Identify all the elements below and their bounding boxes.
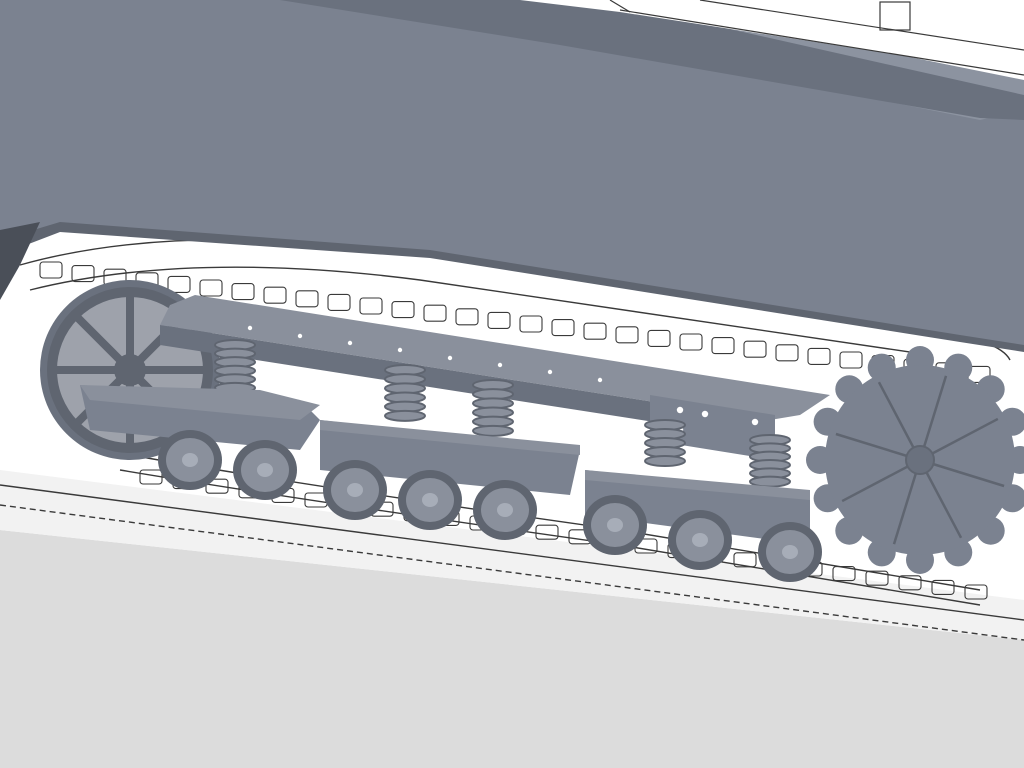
road-wheel bbox=[323, 460, 387, 520]
road-wheel bbox=[473, 480, 537, 540]
road-wheel-hub bbox=[257, 463, 273, 477]
coil-spring bbox=[749, 434, 791, 488]
spring-coil bbox=[472, 424, 514, 437]
road-wheel-hub bbox=[497, 503, 513, 517]
spring-coil bbox=[384, 409, 426, 422]
road-wheel bbox=[668, 510, 732, 570]
road-wheel bbox=[398, 470, 462, 530]
road-wheel bbox=[158, 430, 222, 490]
spring-coil bbox=[644, 455, 686, 467]
road-wheel-hub bbox=[182, 453, 198, 467]
coil-spring bbox=[644, 419, 686, 467]
road-wheel-hub bbox=[782, 545, 798, 559]
spring-coil bbox=[749, 475, 791, 488]
road-wheel-hub bbox=[607, 518, 623, 532]
drive-sprocket bbox=[806, 346, 1024, 574]
road-wheel bbox=[583, 495, 647, 555]
road-wheel-hub bbox=[422, 493, 438, 507]
coil-spring bbox=[472, 379, 514, 437]
road-wheel bbox=[233, 440, 297, 500]
coil-spring bbox=[384, 364, 426, 422]
road-wheel bbox=[758, 522, 822, 582]
road-wheel-hub bbox=[692, 533, 708, 547]
road-wheel-hub bbox=[347, 483, 363, 497]
tank-suspension-render bbox=[0, 0, 1024, 768]
